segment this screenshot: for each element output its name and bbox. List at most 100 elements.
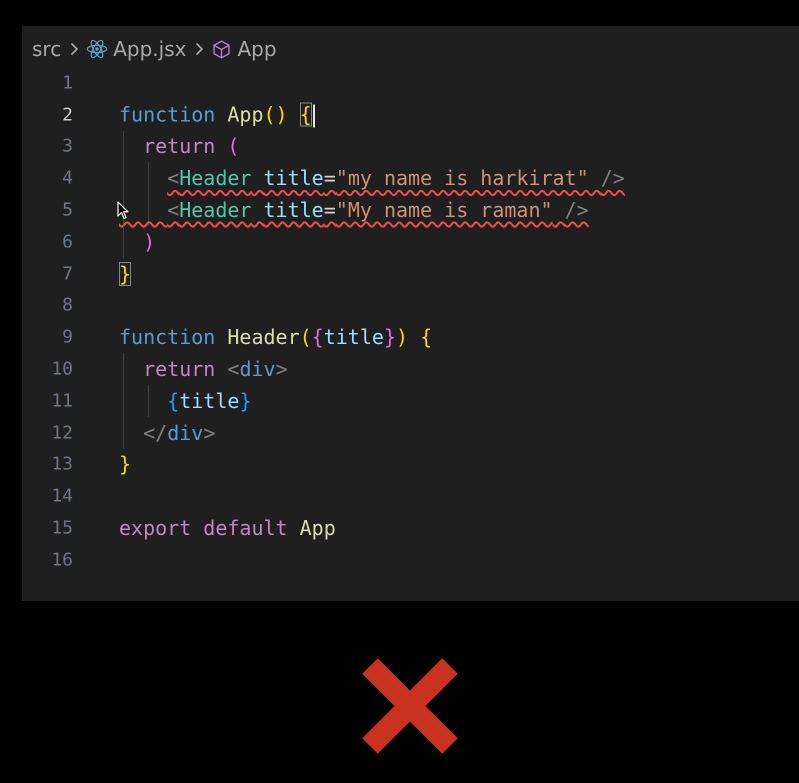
code-line[interactable]: 2 function App() { [22, 99, 799, 131]
code-token: "My name is raman" [335, 198, 553, 223]
breadcrumb: src App.jsx App [32, 34, 277, 64]
code-token: } [239, 388, 252, 413]
code-token: () [263, 102, 288, 127]
code-token: function [119, 325, 216, 350]
code-token: /> [600, 166, 625, 191]
code-token: App [299, 516, 336, 541]
breadcrumb-symbol-label: App [237, 37, 277, 61]
code-token: < [167, 198, 180, 223]
code-line[interactable]: 1 [22, 67, 799, 99]
code-token: function [119, 102, 216, 127]
line-content: } [119, 452, 131, 476]
line-number: 10 [51, 358, 73, 380]
cube-icon [211, 39, 232, 60]
code-token: < [167, 166, 180, 191]
chevron-right-icon [195, 42, 204, 56]
code-line[interactable]: 7} [22, 258, 799, 290]
red-x-icon [362, 658, 458, 754]
code-token: title [179, 388, 240, 413]
breadcrumb-item-file[interactable]: App.jsx [86, 37, 186, 61]
line-number: 13 [51, 453, 73, 475]
code-line[interactable]: 4 <Header title="my name is harkirat" /> [22, 162, 799, 195]
line-number: 9 [62, 326, 73, 348]
line-content: <Header title="My name is raman" /> [119, 198, 589, 222]
code-token: return [143, 134, 216, 159]
line-number: 7 [62, 263, 73, 285]
code-area[interactable]: 1 2 function App() {3 return (4 <Header ti… [22, 67, 799, 576]
code-token: return [143, 357, 216, 382]
code-token: } [383, 325, 396, 350]
code-token: = [323, 166, 336, 191]
line-content: {title} [119, 389, 251, 413]
line-content: function App() { [119, 102, 315, 128]
code-line[interactable]: 16 [22, 544, 799, 576]
text-cursor [312, 104, 315, 128]
code-line[interactable]: 10 return <div> [22, 353, 799, 385]
line-content: export default App [119, 516, 336, 540]
code-line[interactable]: 8 [22, 290, 799, 322]
code-token: </ [143, 420, 168, 445]
code-token: div [167, 420, 204, 445]
line-number: 2 [62, 104, 73, 126]
code-token: ) [143, 229, 156, 254]
code-line[interactable]: 3 return ( [22, 130, 799, 163]
line-number: 1 [62, 72, 73, 94]
code-token: > [275, 357, 288, 382]
breadcrumb-item-folder[interactable]: src [32, 37, 61, 61]
code-line[interactable]: 6 ) [22, 225, 799, 258]
code-editor[interactable]: src App.jsx App 1 2 function App() {3 r… [22, 26, 799, 601]
line-number: 5 [62, 199, 73, 221]
code-line[interactable]: 15 export default App [22, 512, 799, 544]
code-token: ( [227, 134, 240, 159]
code-token: "my name is harkirat" [335, 166, 589, 191]
mouse-pointer-icon [117, 201, 129, 220]
breadcrumb-file-label: App.jsx [113, 37, 187, 61]
code-token: { [420, 325, 433, 350]
code-line[interactable]: 5 <Header title="My name is raman" /> [22, 194, 799, 226]
code-line[interactable]: 13} [22, 449, 799, 481]
code-token: /> [564, 198, 589, 223]
line-number: 12 [51, 422, 73, 444]
code-token: ) [395, 325, 409, 350]
line-number: 4 [62, 167, 73, 189]
code-token: } [119, 452, 132, 477]
code-line[interactable]: 9 function Header({title}) { [22, 321, 799, 353]
breadcrumb-item-symbol[interactable]: App [211, 37, 277, 61]
line-content: </div> [119, 421, 215, 445]
code-line[interactable]: 11 {title} [22, 384, 799, 417]
line-number: 6 [62, 231, 73, 253]
line-content: return <div> [119, 357, 288, 381]
chevron-right-icon [70, 42, 79, 56]
code-token: default [203, 516, 288, 541]
code-token: App [227, 102, 264, 127]
code-token: < [227, 357, 240, 382]
breadcrumb-folder-label: src [32, 37, 62, 61]
code-token: } [119, 261, 132, 286]
code-token: title [263, 166, 324, 191]
code-token: ( [299, 325, 312, 350]
code-token: { [167, 388, 180, 413]
line-content: } [119, 261, 132, 286]
react-icon [86, 38, 108, 60]
line-number: 3 [62, 135, 73, 157]
line-content: <Header title="my name is harkirat" /> [119, 166, 625, 190]
code-line[interactable]: 14 [22, 480, 799, 512]
code-token: { [299, 102, 312, 127]
code-token: Header [179, 198, 252, 223]
line-number: 11 [51, 390, 73, 412]
code-line[interactable]: 12 </div> [22, 416, 799, 449]
code-token: Header [227, 325, 300, 350]
code-token: export [119, 516, 192, 541]
